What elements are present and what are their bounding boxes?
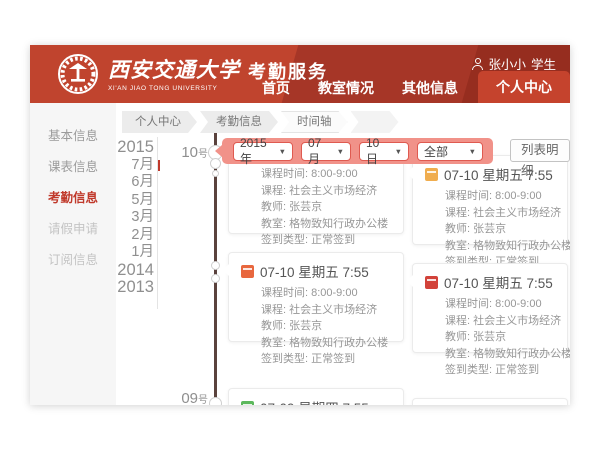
day-label-10: 10号 [172, 144, 208, 161]
chevron-down-icon: ▼ [395, 147, 402, 156]
month-dropdown-value: 07月 [308, 136, 330, 167]
card-field: 教师: 张芸京 [261, 318, 395, 335]
scope-dropdown-value: 全部 [424, 143, 448, 160]
user-icon [472, 58, 483, 69]
main-nav: 首页 教室情况 其他信息 个人中心 [248, 71, 570, 103]
card-date: 07-10 星期五 7:55 [260, 261, 369, 281]
university-name-en: XI'AN JIAO TONG UNIVERSITY [108, 85, 240, 92]
nav-personal-center[interactable]: 个人中心 [478, 71, 570, 103]
card-field: 签到类型: 正常签到 [261, 351, 395, 368]
card-field: 签到类型: 正常签到 [261, 232, 395, 249]
year-2015[interactable]: 2015 [90, 139, 154, 157]
month-1[interactable]: 1月 [90, 244, 154, 262]
card-field: 课程: 社会主义市场经济 [261, 183, 395, 200]
card-field: 教师: 张芸京 [445, 221, 559, 238]
month-6[interactable]: 6月 [90, 174, 154, 192]
month-7[interactable]: 7月 [90, 157, 154, 175]
card-field: 签到类型: 正常签到 [445, 362, 559, 379]
month-3[interactable]: 3月 [90, 209, 154, 227]
breadcrumb-timeline[interactable]: 时间轴 [281, 111, 348, 133]
month-7-label: 7月 [131, 157, 154, 173]
university-name-cn: 西安交通大学 [108, 54, 240, 84]
timeline-node [210, 158, 221, 169]
timeline-node [211, 274, 220, 283]
breadcrumb-attendance[interactable]: 考勤信息 [200, 111, 278, 133]
day-label-09: 09号 [172, 390, 208, 405]
timeline-node [211, 261, 220, 270]
attendance-card: 07-10 星期五 7:55 课程时间: 8:00-9:00 课程: 社会主义市… [412, 155, 568, 245]
month-2[interactable]: 2月 [90, 227, 154, 245]
month-dropdown[interactable]: 07月 ▼ [301, 142, 351, 161]
chevron-down-icon: ▼ [337, 147, 344, 156]
chevron-down-icon: ▼ [469, 147, 476, 156]
year-2014[interactable]: 2014 [90, 262, 154, 280]
selected-month-indicator [158, 160, 160, 171]
card-date: 07-10 星期五 7:55 [444, 164, 553, 184]
card-field: 课程: 社会主义市场经济 [445, 313, 559, 330]
scope-dropdown[interactable]: 全部 ▼ [417, 142, 483, 161]
card-field: 教室: 格物致知行政办公楼 [261, 216, 395, 233]
app-window: 西安交通大学 XI'AN JIAO TONG UNIVERSITY 考勤服务 张… [30, 45, 570, 405]
card-field: 课程: 社会主义市场经济 [445, 205, 559, 222]
app-header: 西安交通大学 XI'AN JIAO TONG UNIVERSITY 考勤服务 张… [30, 45, 570, 103]
breadcrumb-personal-center[interactable]: 个人中心 [122, 111, 197, 133]
rail-divider [157, 137, 158, 309]
card-date: 07-09 星期四 7:55 [260, 397, 369, 405]
breadcrumb: 个人中心 考勤信息 时间轴 [122, 111, 402, 133]
year-dropdown[interactable]: 2015年 ▼ [233, 142, 293, 161]
breadcrumb-tail [351, 111, 399, 133]
timeline-node [209, 397, 222, 405]
calendar-icon [425, 168, 438, 181]
card-field: 教室: 格物致知行政办公楼 [261, 335, 395, 352]
filter-bar: 2015年 ▼ 07月 ▼ 10日 ▼ 全部 ▼ [222, 138, 493, 164]
list-detail-button[interactable]: 列表明细 [510, 139, 570, 162]
card-field: 课程时间: 8:00-9:00 [261, 285, 395, 302]
card-field: 课程: 社会主义市场经济 [261, 302, 395, 319]
attendance-card: 07-09 星期四 7:55 [228, 388, 404, 405]
attendance-card: 07-10 星期五 7:55 课程时间: 8:00-9:00 课程: 社会主义市… [228, 252, 404, 342]
day-dropdown-value: 10日 [366, 136, 388, 167]
calendar-icon [241, 401, 254, 406]
card-field: 教室: 格物致知行政办公楼 [445, 346, 559, 363]
timeline-node [212, 170, 219, 177]
card-field: 课程时间: 8:00-9:00 [445, 296, 559, 313]
year-month-list: 2015 7月 6月 5月 3月 2月 1月 2014 2013 [90, 139, 154, 297]
attendance-card-partial [412, 398, 568, 405]
card-field: 教师: 张芸京 [261, 199, 395, 216]
nav-home[interactable]: 首页 [248, 73, 304, 103]
nav-classrooms[interactable]: 教室情况 [304, 73, 388, 103]
year-dropdown-value: 2015年 [240, 136, 272, 167]
brand-block: 西安交通大学 XI'AN JIAO TONG UNIVERSITY [108, 54, 240, 92]
calendar-icon [425, 276, 438, 289]
card-field: 教室: 格物致知行政办公楼 [445, 238, 559, 255]
calendar-icon [241, 265, 254, 278]
card-field: 课程时间: 8:00-9:00 [261, 166, 395, 183]
card-field: 教师: 张芸京 [445, 329, 559, 346]
attendance-card: 07-10 星期五 7:55 课程时间: 8:00-9:00 课程: 社会主义市… [412, 263, 568, 353]
year-2013[interactable]: 2013 [90, 279, 154, 297]
chevron-down-icon: ▼ [279, 147, 286, 156]
month-5[interactable]: 5月 [90, 192, 154, 210]
university-seal-icon [56, 52, 100, 96]
nav-other-info[interactable]: 其他信息 [388, 73, 472, 103]
card-field: 课程时间: 8:00-9:00 [445, 188, 559, 205]
day-dropdown[interactable]: 10日 ▼ [359, 142, 409, 161]
card-date: 07-10 星期五 7:55 [444, 272, 553, 292]
